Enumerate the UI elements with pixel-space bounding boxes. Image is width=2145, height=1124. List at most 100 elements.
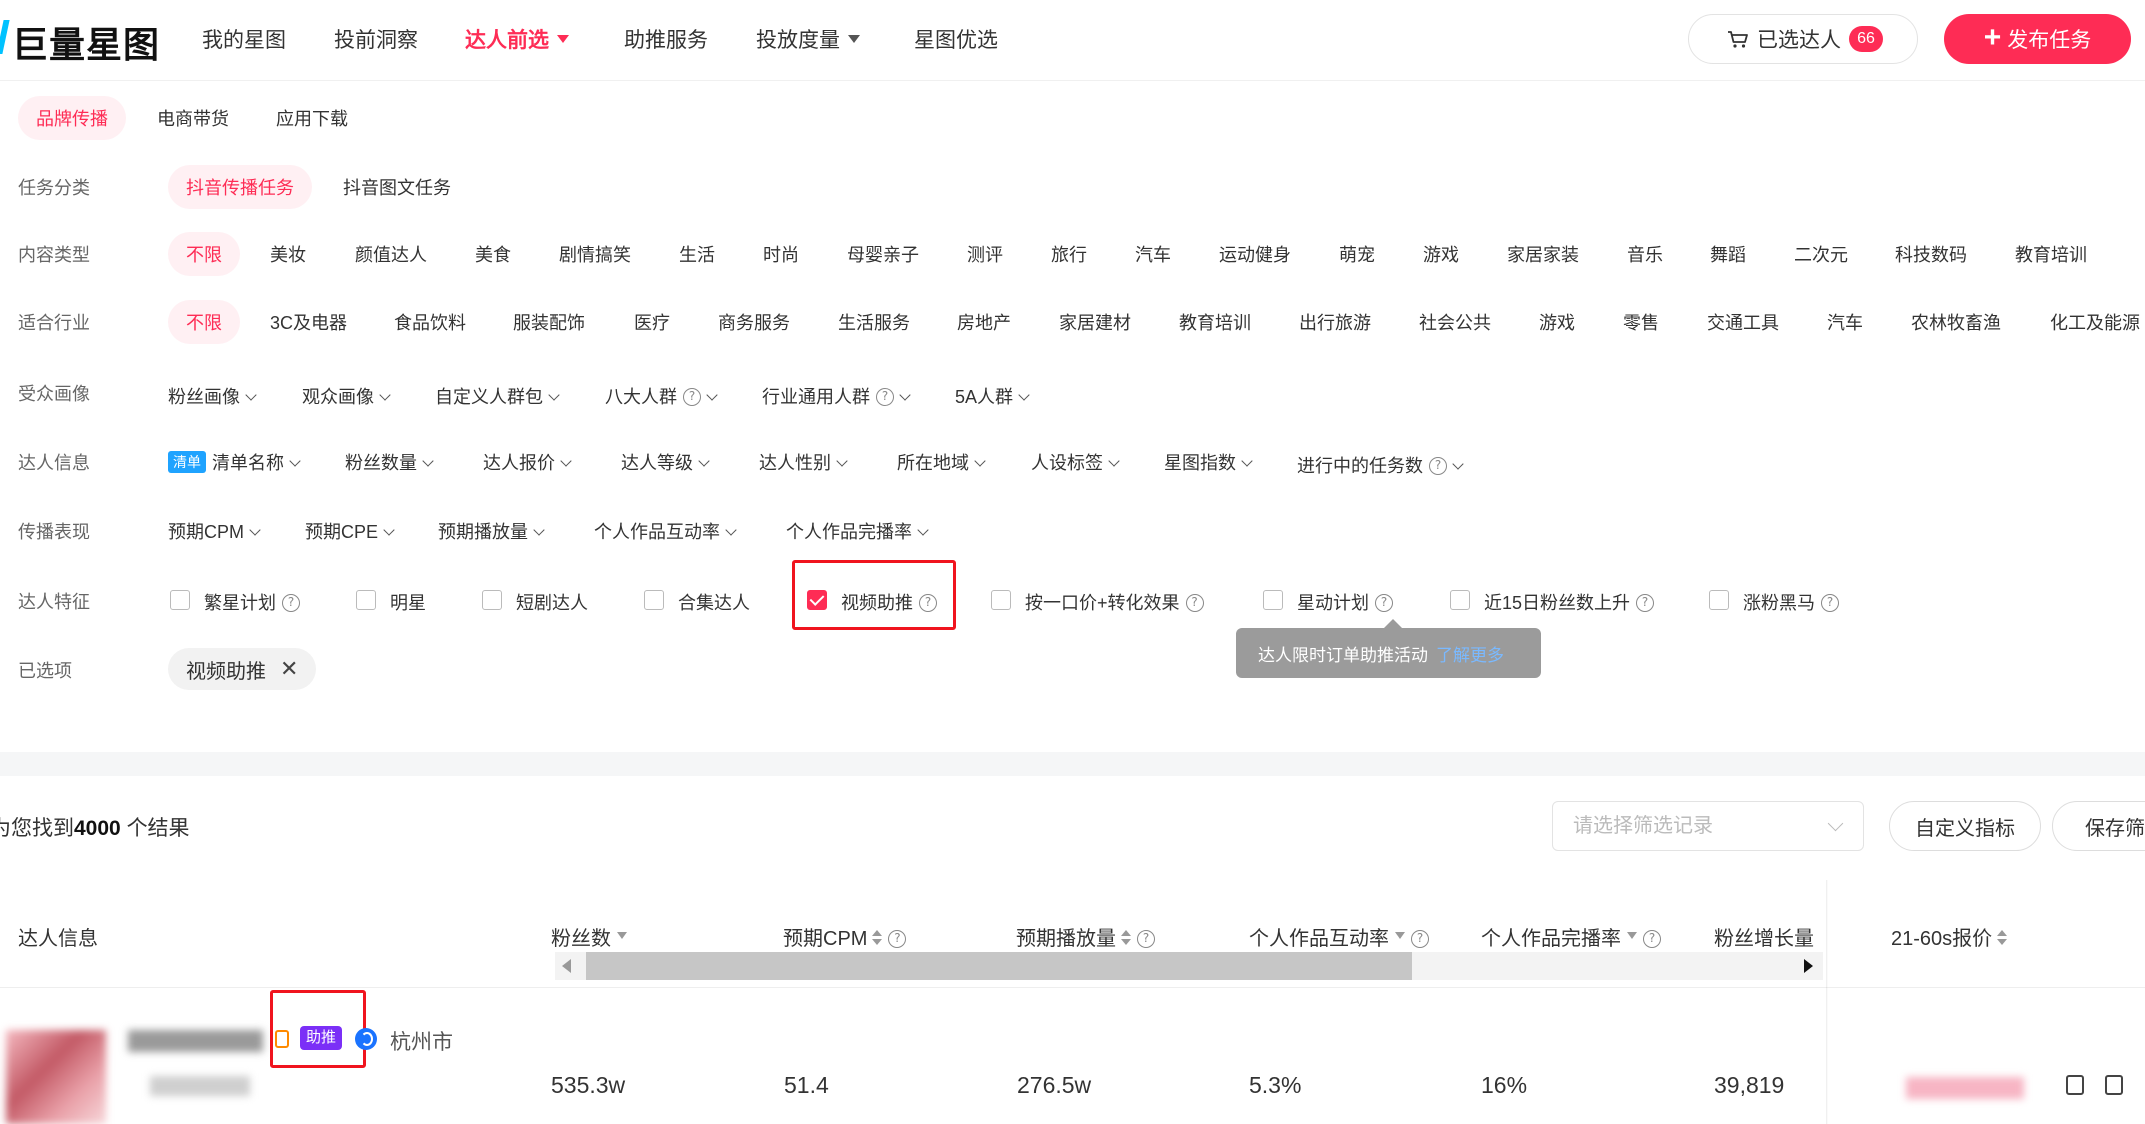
help-icon[interactable]: ? [1411,929,1429,948]
sort-down-icon[interactable] [617,932,627,940]
content-type-option[interactable]: 生活 [679,241,715,267]
tab-brand[interactable]: 品牌传播 [18,96,126,140]
publish-task-button[interactable]: + 发布任务 [1944,14,2131,64]
option-douyin-spread-task[interactable]: 抖音传播任务 [168,165,312,209]
sort-down-icon[interactable] [1395,932,1405,940]
sort-icon[interactable] [1997,929,2008,946]
dropdown-completion-rate[interactable]: 个人作品完播率 [786,518,929,544]
dropdown-active-tasks[interactable]: 进行中的任务数? [1297,452,1464,478]
industry-option[interactable]: 零售 [1623,309,1659,335]
custom-metric-button[interactable]: 自定义指标 [1889,801,2041,851]
nav-my-xingtu[interactable]: 我的星图 [202,24,286,54]
sort-icon[interactable] [1121,929,1131,946]
checkbox-xingdong-plan[interactable] [1263,590,1283,610]
industry-option[interactable]: 汽车 [1827,309,1863,335]
col-cpm[interactable]: 预期CPM? [783,922,907,951]
selected-creators-button[interactable]: 已选达人 66 [1688,14,1918,64]
content-type-option[interactable]: 舞蹈 [1710,241,1746,267]
dropdown-creator-gender[interactable]: 达人性别 [759,449,848,475]
industry-option[interactable]: 家居建材 [1059,309,1131,335]
content-type-option[interactable]: 美食 [475,241,511,267]
industry-option[interactable]: 出行旅游 [1299,309,1371,335]
dropdown-custom-audience[interactable]: 自定义人群包 [435,383,560,409]
checkbox-collection[interactable] [644,590,664,610]
industry-option[interactable]: 医疗 [634,309,670,335]
creator-name-blurred[interactable] [128,1030,263,1052]
content-type-option[interactable]: 家居家装 [1507,241,1579,267]
help-icon[interactable]: ? [1643,929,1661,948]
content-type-option[interactable]: 游戏 [1423,241,1459,267]
nav-creator-select[interactable]: 达人前选 [465,24,569,54]
industry-option[interactable]: 服装配饰 [513,309,585,335]
col-price-21-60s[interactable]: 21-60s报价 [1891,922,2008,951]
help-icon[interactable]: ? [919,594,937,613]
document-icon[interactable] [2105,1075,2123,1095]
content-type-option[interactable]: 剧情搞笑 [559,241,631,267]
content-type-option[interactable]: 运动健身 [1219,241,1291,267]
help-icon[interactable]: ? [683,388,701,407]
dropdown-list-name[interactable]: 清单 清单名称 [168,449,301,475]
help-icon[interactable]: ? [282,594,300,613]
search-detail-icon[interactable] [2066,1075,2084,1095]
filter-history-select[interactable]: 请选择筛选记录 [1552,801,1864,851]
sort-down-icon[interactable] [1627,932,1637,940]
checkbox-fanxing-plan[interactable] [170,590,190,610]
industry-option[interactable]: 农林牧畜渔 [1911,309,2001,335]
content-type-option[interactable]: 母婴亲子 [847,241,919,267]
option-douyin-image-task[interactable]: 抖音图文任务 [343,174,451,200]
nav-pre-insight[interactable]: 投前洞察 [334,24,418,54]
help-icon[interactable]: ? [1429,457,1447,476]
content-type-option[interactable]: 二次元 [1794,241,1848,267]
dropdown-5a-audience[interactable]: 5A人群 [955,383,1030,409]
scroll-left-arrow-icon[interactable] [562,959,571,973]
nav-xingtu-pick[interactable]: 星图优选 [914,24,998,54]
dropdown-viewer-profile[interactable]: 观众画像 [302,383,391,409]
content-type-option[interactable]: 音乐 [1627,241,1663,267]
checkbox-fan-dark-horse[interactable] [1709,590,1729,610]
industry-option[interactable]: 不限 [168,300,240,344]
dropdown-fan-profile[interactable]: 粉丝画像 [168,383,257,409]
industry-option[interactable]: 3C及电器 [270,309,347,335]
col-fan-growth[interactable]: 粉丝增长量 [1714,922,1824,951]
checkbox-fixed-price-conversion[interactable] [991,590,1011,610]
help-icon[interactable]: ? [1375,594,1393,613]
dropdown-persona-tags[interactable]: 人设标签 [1031,449,1120,475]
content-type-option[interactable]: 颜值达人 [355,241,427,267]
col-completion[interactable]: 个人作品完播率? [1481,922,1661,951]
content-type-option[interactable]: 汽车 [1135,241,1171,267]
col-interaction[interactable]: 个人作品互动率? [1249,922,1429,951]
industry-option[interactable]: 游戏 [1539,309,1575,335]
dropdown-industry-audience[interactable]: 行业通用人群? [762,383,911,409]
checkbox-celebrity[interactable] [356,590,376,610]
dropdown-interaction-rate[interactable]: 个人作品互动率 [594,518,737,544]
dropdown-fan-count[interactable]: 粉丝数量 [345,449,434,475]
content-type-option[interactable]: 测评 [967,241,1003,267]
nav-delivery-metrics[interactable]: 投放度量 [756,24,860,54]
content-type-option[interactable]: 旅行 [1051,241,1087,267]
avatar[interactable] [6,1030,106,1124]
dropdown-creator-price[interactable]: 达人报价 [483,449,572,475]
industry-option[interactable]: 化工及能源 [2050,309,2140,335]
industry-option[interactable]: 社会公共 [1419,309,1491,335]
industry-option[interactable]: 房地产 [957,309,1011,335]
tooltip-learn-more-link[interactable]: 了解更多 [1436,641,1504,666]
tab-app-download[interactable]: 应用下载 [276,105,348,131]
help-icon[interactable]: ? [888,929,907,948]
help-icon[interactable]: ? [1636,594,1655,613]
tab-ecommerce[interactable]: 电商带货 [157,105,229,131]
help-icon[interactable]: ? [1821,594,1839,613]
dropdown-expected-cpm[interactable]: 预期CPM [168,518,261,544]
dropdown-eight-groups[interactable]: 八大人群? [605,383,718,409]
checkbox-video-boost[interactable] [807,590,827,610]
checkbox-fan-rise-15d[interactable] [1450,590,1470,610]
content-type-option[interactable]: 时尚 [763,241,799,267]
dropdown-star-index[interactable]: 星图指数 [1164,449,1253,475]
content-type-option[interactable]: 科技数码 [1895,241,1967,267]
industry-option[interactable]: 食品饮料 [394,309,466,335]
help-icon[interactable]: ? [1137,929,1155,948]
col-fans[interactable]: 粉丝数 [551,922,627,951]
dropdown-expected-cpe[interactable]: 预期CPE [305,518,395,544]
industry-option[interactable]: 生活服务 [838,309,910,335]
logo[interactable]: 巨量星图 [12,16,160,68]
content-type-option[interactable]: 教育培训 [2015,241,2087,267]
